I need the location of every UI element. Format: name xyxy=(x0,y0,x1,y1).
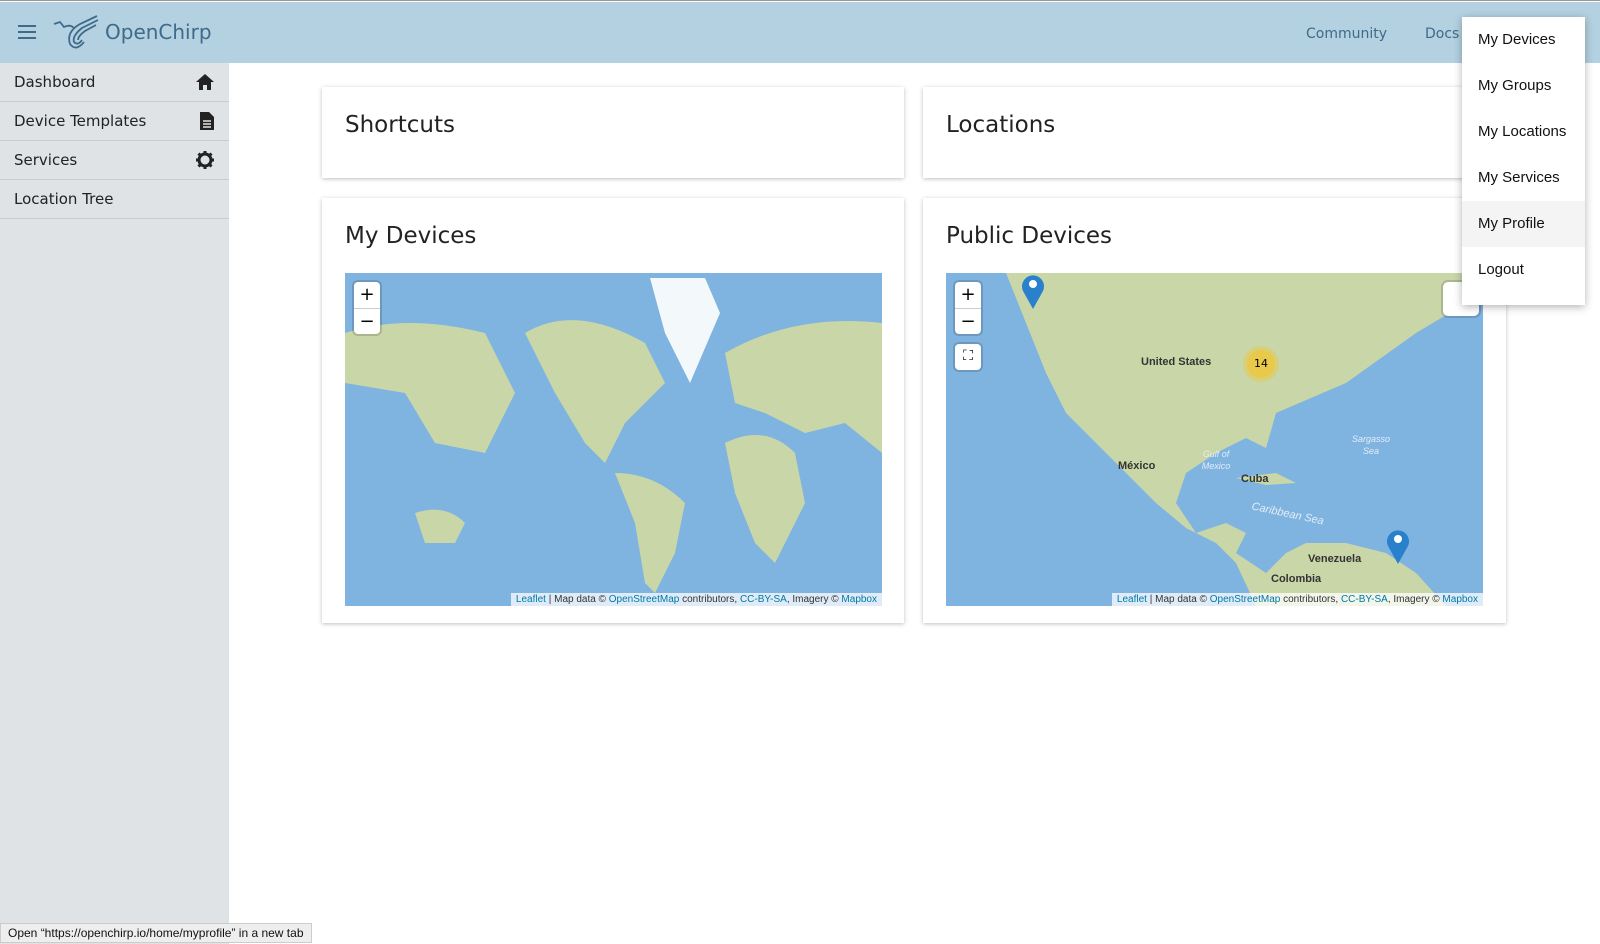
osm-link[interactable]: OpenStreetMap xyxy=(609,594,680,605)
sidebar-item-label: Dashboard xyxy=(14,73,96,91)
map-label-venezuela: Venezuela xyxy=(1308,553,1362,565)
hamburger-menu-icon[interactable] xyxy=(18,25,36,39)
top-navbar: OpenChirp Community Docs xyxy=(0,2,1600,63)
home-icon xyxy=(196,74,214,90)
zoom-control: + − xyxy=(955,282,981,334)
attr-text: | Map data © xyxy=(545,594,609,605)
card-title: Locations xyxy=(946,112,1056,138)
attr-text: contributors, xyxy=(679,594,740,605)
map-label-colombia: Colombia xyxy=(1271,573,1322,585)
world-map-tiles xyxy=(345,278,882,593)
map-marker-icon[interactable] xyxy=(1386,528,1410,564)
license-link[interactable]: CC-BY-SA xyxy=(740,594,787,605)
menu-item-my-services[interactable]: My Services xyxy=(1462,155,1585,201)
map-label-sargasso: Sargasso Sea xyxy=(1351,434,1391,456)
browser-status-bar: Open “https://openchirp.io/home/myprofil… xyxy=(0,923,312,943)
user-dropdown-menu: My Devices My Groups My Locations My Ser… xyxy=(1462,17,1585,305)
sidebar-item-label: Services xyxy=(14,151,78,169)
attr-text: , Imagery © xyxy=(786,594,842,605)
map-attribution: Leaflet | Map data © OpenStreetMap contr… xyxy=(510,593,882,606)
zoom-control: + − xyxy=(354,282,380,334)
shortcuts-card: Shortcuts xyxy=(322,87,904,178)
menu-item-my-devices[interactable]: My Devices xyxy=(1462,17,1585,63)
menu-item-logout[interactable]: Logout xyxy=(1462,247,1585,293)
card-title: Public Devices xyxy=(946,223,1113,249)
card-title: My Devices xyxy=(345,223,477,249)
sidebar-item-location-tree[interactable]: Location Tree xyxy=(0,180,229,219)
map-label-us: United States xyxy=(1141,356,1212,368)
menu-item-my-profile[interactable]: My Profile xyxy=(1462,201,1585,247)
map-attribution: Leaflet | Map data © OpenStreetMap contr… xyxy=(1111,593,1483,606)
attr-text: | Map data © xyxy=(1146,594,1210,605)
mapbox-link[interactable]: Mapbox xyxy=(841,594,877,605)
public-devices-map[interactable]: United States México Cuba Venezuela Colo… xyxy=(946,273,1483,606)
sidebar-item-label: Location Tree xyxy=(14,190,114,208)
nav-docs-link[interactable]: Docs xyxy=(1425,26,1459,42)
sidebar-item-device-templates[interactable]: Device Templates xyxy=(0,102,229,141)
my-devices-card: My Devices + − Leaflet | Map data © OpenS… xyxy=(322,198,904,623)
openchirp-logo-icon xyxy=(53,15,99,49)
map-label-gulf: Gulf of Mexico xyxy=(1201,449,1231,471)
document-icon xyxy=(200,112,214,130)
menu-item-my-locations[interactable]: My Locations xyxy=(1462,109,1585,155)
mapbox-link[interactable]: Mapbox xyxy=(1442,594,1478,605)
fullscreen-icon[interactable]: ⛶ xyxy=(955,344,981,370)
menu-item-my-groups[interactable]: My Groups xyxy=(1462,63,1585,109)
locations-card: Locations xyxy=(923,87,1506,178)
my-devices-map[interactable]: + − Leaflet | Map data © OpenStreetMap co… xyxy=(345,273,882,606)
sidebar-item-services[interactable]: Services xyxy=(0,141,229,180)
attr-text: contributors, xyxy=(1280,594,1341,605)
map-marker-icon[interactable] xyxy=(1021,273,1045,309)
gear-icon xyxy=(196,151,214,169)
zoom-in-button[interactable]: + xyxy=(354,282,380,308)
zoom-out-button[interactable]: − xyxy=(955,308,981,334)
nav-community-link[interactable]: Community xyxy=(1306,26,1387,42)
leaflet-link[interactable]: Leaflet xyxy=(516,594,546,605)
map-label-cuba: Cuba xyxy=(1241,473,1269,485)
brand-name[interactable]: OpenChirp xyxy=(105,20,212,44)
marker-cluster[interactable]: 14 xyxy=(1243,346,1279,382)
osm-link[interactable]: OpenStreetMap xyxy=(1210,594,1281,605)
public-devices-card: Public Devices United States México Cuba… xyxy=(923,198,1506,623)
zoom-in-button[interactable]: + xyxy=(955,282,981,308)
sidebar: Dashboard Device Templates Services Loca… xyxy=(0,63,229,944)
cluster-count: 14 xyxy=(1247,350,1275,378)
card-title: Shortcuts xyxy=(345,112,455,138)
sidebar-item-dashboard[interactable]: Dashboard xyxy=(0,63,229,102)
leaflet-link[interactable]: Leaflet xyxy=(1117,594,1147,605)
map-label-mexico: México xyxy=(1118,460,1156,472)
attr-text: , Imagery © xyxy=(1387,594,1443,605)
sidebar-item-label: Device Templates xyxy=(14,112,147,130)
license-link[interactable]: CC-BY-SA xyxy=(1341,594,1388,605)
zoom-out-button[interactable]: − xyxy=(354,308,380,334)
